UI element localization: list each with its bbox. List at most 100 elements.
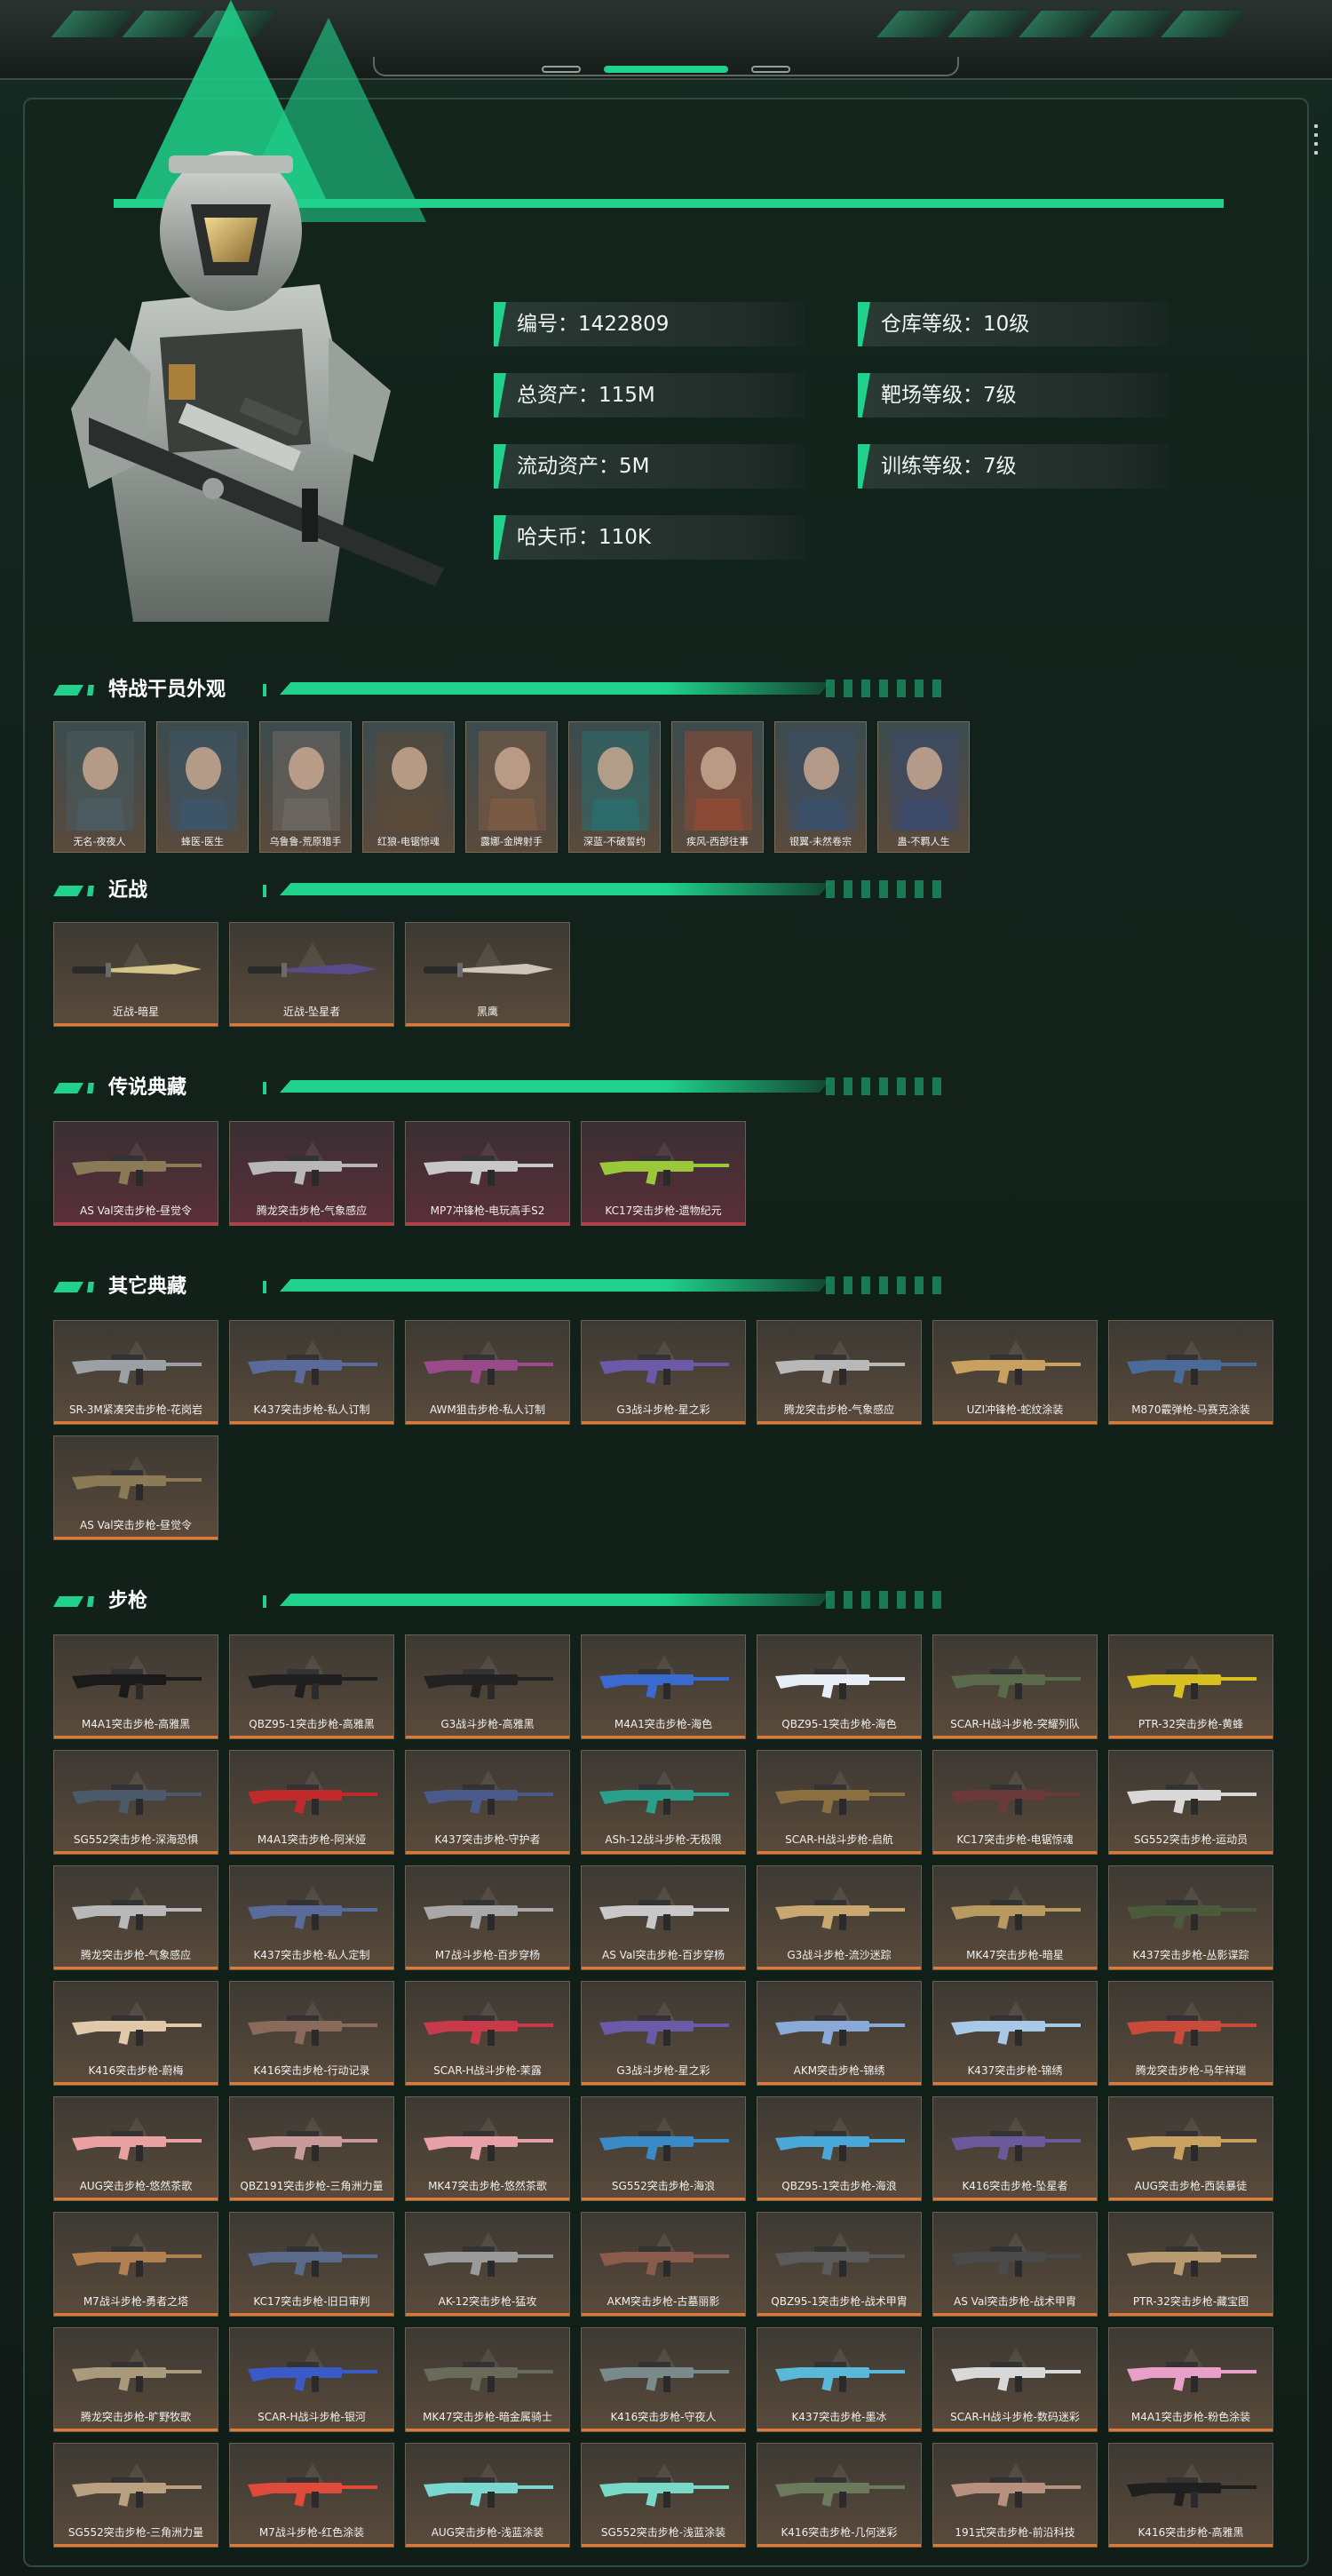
rifle-card[interactable]: AUG突击步枪-西装暴徒 <box>1108 2096 1273 2201</box>
item-label: 疾风-西部往事 <box>686 836 749 847</box>
rifle-card[interactable]: K416突击步枪-几何迷彩 <box>757 2443 922 2548</box>
rifle-card[interactable]: QBZ95-1突击步枪-战术甲胄 <box>757 2212 922 2317</box>
rifle-card[interactable]: MK47突击步枪-暗金属骑士 <box>405 2327 570 2432</box>
rifle-card[interactable]: M4A1突击步枪-高雅黑 <box>53 1634 218 1739</box>
item-label: 深蓝-不破誓约 <box>583 836 646 847</box>
section-checker <box>826 1591 941 1609</box>
operator-skin-card[interactable]: 蜂医-医生 <box>156 721 249 853</box>
item-label: PTR-32突击步枪-藏宝图 <box>1132 2295 1249 2308</box>
rifle-icon <box>951 1900 1081 1930</box>
rifle-icon <box>248 1785 377 1815</box>
rifle-card[interactable]: AS Val突击步枪-百步穿杨 <box>581 1865 746 1970</box>
knife-icon <box>248 963 377 977</box>
operator-skin-card[interactable]: 乌鲁鲁-荒原猎手 <box>259 721 352 853</box>
item-label: AS Val突击步枪-昼觉令 <box>80 1205 192 1217</box>
rifle-card[interactable]: QBZ95-1突击步枪-海浪 <box>757 2096 922 2201</box>
rifle-card[interactable]: SG552突击步枪-海浪 <box>581 2096 746 2201</box>
rifle-card[interactable]: SCAR-H战斗步枪-银河 <box>229 2327 394 2432</box>
rifle-card[interactable]: K416突击步枪-守夜人 <box>581 2327 746 2432</box>
collection-weapon-card[interactable]: G3战斗步枪-星之彩 <box>581 1320 746 1425</box>
rifle-card[interactable]: QBZ191突击步枪-三角洲力量 <box>229 2096 394 2201</box>
rifle-card[interactable]: K437突击步枪-私人定制 <box>229 1865 394 1970</box>
operator-skin-card[interactable]: 银翼-未然卷宗 <box>774 721 867 853</box>
rifle-card[interactable]: AUG突击步枪-浅蓝涂装 <box>405 2443 570 2548</box>
legendary-weapon-card[interactable]: MP7冲锋枪-电玩高手S2 <box>405 1121 570 1226</box>
rifle-card[interactable]: SCAR-H战斗步枪-突耀列队 <box>932 1634 1098 1739</box>
rifle-card[interactable]: MK47突击步枪-悠然茶歌 <box>405 2096 570 2201</box>
rifle-card[interactable]: SG552突击步枪-浅蓝涂装 <box>581 2443 746 2548</box>
rifle-card[interactable]: M4A1突击步枪-海色 <box>581 1634 746 1739</box>
rifle-card[interactable]: K416突击步枪-行动记录 <box>229 1981 394 2086</box>
rifle-card[interactable]: G3战斗步枪-星之彩 <box>581 1981 746 2086</box>
rifle-card[interactable]: K437突击步枪-墨冰 <box>757 2327 922 2432</box>
rifle-icon <box>72 1900 202 1930</box>
melee-card[interactable]: 黑鹰 <box>405 922 570 1027</box>
collection-weapon-card[interactable]: UZI冲锋枪-蛇纹涂装 <box>932 1320 1098 1425</box>
chevron-decoration <box>1019 11 1104 37</box>
rifle-card[interactable]: AKM突击步枪-锦绣 <box>757 1981 922 2086</box>
legendary-weapon-card[interactable]: KC17突击步枪-遗物纪元 <box>581 1121 746 1226</box>
rifle-card[interactable]: SCAR-H战斗步枪-启航 <box>757 1750 922 1855</box>
legendary-weapon-card[interactable]: 腾龙突击步枪-气象感应 <box>229 1121 394 1226</box>
rifle-card[interactable]: K437突击步枪-守护者 <box>405 1750 570 1855</box>
rifle-card[interactable]: K437突击步枪-锦绣 <box>932 1981 1098 2086</box>
item-label: 黑鹰 <box>476 1006 498 1018</box>
section-line <box>280 1080 830 1093</box>
rifle-card[interactable]: SCAR-H战斗步枪-数码迷彩 <box>932 2327 1098 2432</box>
rifle-card[interactable]: G3战斗步枪-流沙迷踪 <box>757 1865 922 1970</box>
rifle-card[interactable]: PTR-32突击步枪-藏宝图 <box>1108 2212 1273 2317</box>
rifle-card[interactable]: 腾龙突击步枪-气象感应 <box>53 1865 218 1970</box>
rifle-card[interactable]: AK-12突击步枪-猛攻 <box>405 2212 570 2317</box>
rifle-card[interactable]: QBZ95-1突击步枪-高雅黑 <box>229 1634 394 1739</box>
rifle-card[interactable]: 191式突击步枪-前沿科技 <box>932 2443 1098 2548</box>
rifle-card[interactable]: 腾龙突击步枪-旷野牧歌 <box>53 2327 218 2432</box>
operator-skin-card[interactable]: 蛊-不羁人生 <box>877 721 970 853</box>
rifle-icon <box>599 2246 729 2277</box>
rifle-card[interactable]: K416突击步枪-高雅黑 <box>1108 2443 1273 2548</box>
legendary-weapon-card[interactable]: AS Val突击步枪-昼觉令 <box>53 1121 218 1226</box>
item-label: G3战斗步枪-星之彩 <box>616 1403 710 1416</box>
rifle-card[interactable]: KC17突击步枪-旧日审判 <box>229 2212 394 2317</box>
collection-weapon-card[interactable]: AS Val突击步枪-昼觉令 <box>53 1435 218 1540</box>
rifle-card[interactable]: QBZ95-1突击步枪-海色 <box>757 1634 922 1739</box>
rifle-card[interactable]: M4A1突击步枪-阿米娅 <box>229 1750 394 1855</box>
operator-skin-card[interactable]: 疾风-西部往事 <box>671 721 764 853</box>
rifle-card[interactable]: SG552突击步枪-深海恐惧 <box>53 1750 218 1855</box>
item-label: 银翼-未然卷宗 <box>789 836 852 847</box>
rifle-card[interactable]: SG552突击步枪-运动员 <box>1108 1750 1273 1855</box>
item-label: 蜂医-医生 <box>181 836 224 847</box>
collection-weapon-card[interactable]: AWM狙击步枪-私人订制 <box>405 1320 570 1425</box>
rifle-card[interactable]: 腾龙突击步枪-马年祥瑞 <box>1108 1981 1273 2086</box>
rifle-card[interactable]: G3战斗步枪-高雅黑 <box>405 1634 570 1739</box>
collection-weapon-card[interactable]: 腾龙突击步枪-气象感应 <box>757 1320 922 1425</box>
collection-weapon-card[interactable]: SR-3M紧凑突击步枪-花岗岩 <box>53 1320 218 1425</box>
rifle-card[interactable]: AS Val突击步枪-战术甲胄 <box>932 2212 1098 2317</box>
rifle-card[interactable]: PTR-32突击步枪-黄蜂 <box>1108 1634 1273 1739</box>
rifle-card[interactable]: K437突击步枪-丛影谍踪 <box>1108 1865 1273 1970</box>
rifle-card[interactable]: AUG突击步枪-悠然茶歌 <box>53 2096 218 2201</box>
rifle-card[interactable]: M7战斗步枪-百步穿杨 <box>405 1865 570 1970</box>
rifle-card[interactable]: M4A1突击步枪-粉色涂装 <box>1108 2327 1273 2432</box>
melee-card[interactable]: 近战-暗星 <box>53 922 218 1027</box>
operator-skin-card[interactable]: 无名-夜夜人 <box>53 721 146 853</box>
rifle-card[interactable]: K416突击步枪-蔚梅 <box>53 1981 218 2086</box>
rifle-card[interactable]: SCAR-H战斗步枪-茉露 <box>405 1981 570 2086</box>
operator-skin-card[interactable]: 红狼-电锯惊魂 <box>362 721 455 853</box>
operator-skin-card[interactable]: 深蓝-不破誓约 <box>568 721 661 853</box>
rifle-card[interactable]: ASh-12战斗步枪-无极限 <box>581 1750 746 1855</box>
collection-weapon-card[interactable]: K437突击步枪-私人订制 <box>229 1320 394 1425</box>
melee-card[interactable]: 近战-坠星者 <box>229 922 394 1027</box>
rifle-card[interactable]: KC17突击步枪-电锯惊魂 <box>932 1750 1098 1855</box>
rifle-card[interactable]: M7战斗步枪-勇者之塔 <box>53 2212 218 2317</box>
rifle-card[interactable]: K416突击步枪-坠星者 <box>932 2096 1098 2201</box>
rifle-card[interactable]: M7战斗步枪-红色涂装 <box>229 2443 394 2548</box>
rifle-card[interactable]: SG552突击步枪-三角洲力量 <box>53 2443 218 2548</box>
more-dots-icon[interactable] <box>1314 124 1320 160</box>
rifle-card[interactable]: AKM突击步枪-古墓丽影 <box>581 2212 746 2317</box>
rifle-card[interactable]: MK47突击步枪-暗星 <box>932 1865 1098 1970</box>
section-checker <box>826 1077 941 1095</box>
operator-skin-card[interactable]: 露娜-金牌射手 <box>465 721 558 853</box>
item-label: UZI冲锋枪-蛇纹涂装 <box>966 1403 1064 1416</box>
collection-weapon-card[interactable]: M870霰弹枪-马赛克涂装 <box>1108 1320 1273 1425</box>
stat-text: 编号：1422809 <box>517 313 670 336</box>
